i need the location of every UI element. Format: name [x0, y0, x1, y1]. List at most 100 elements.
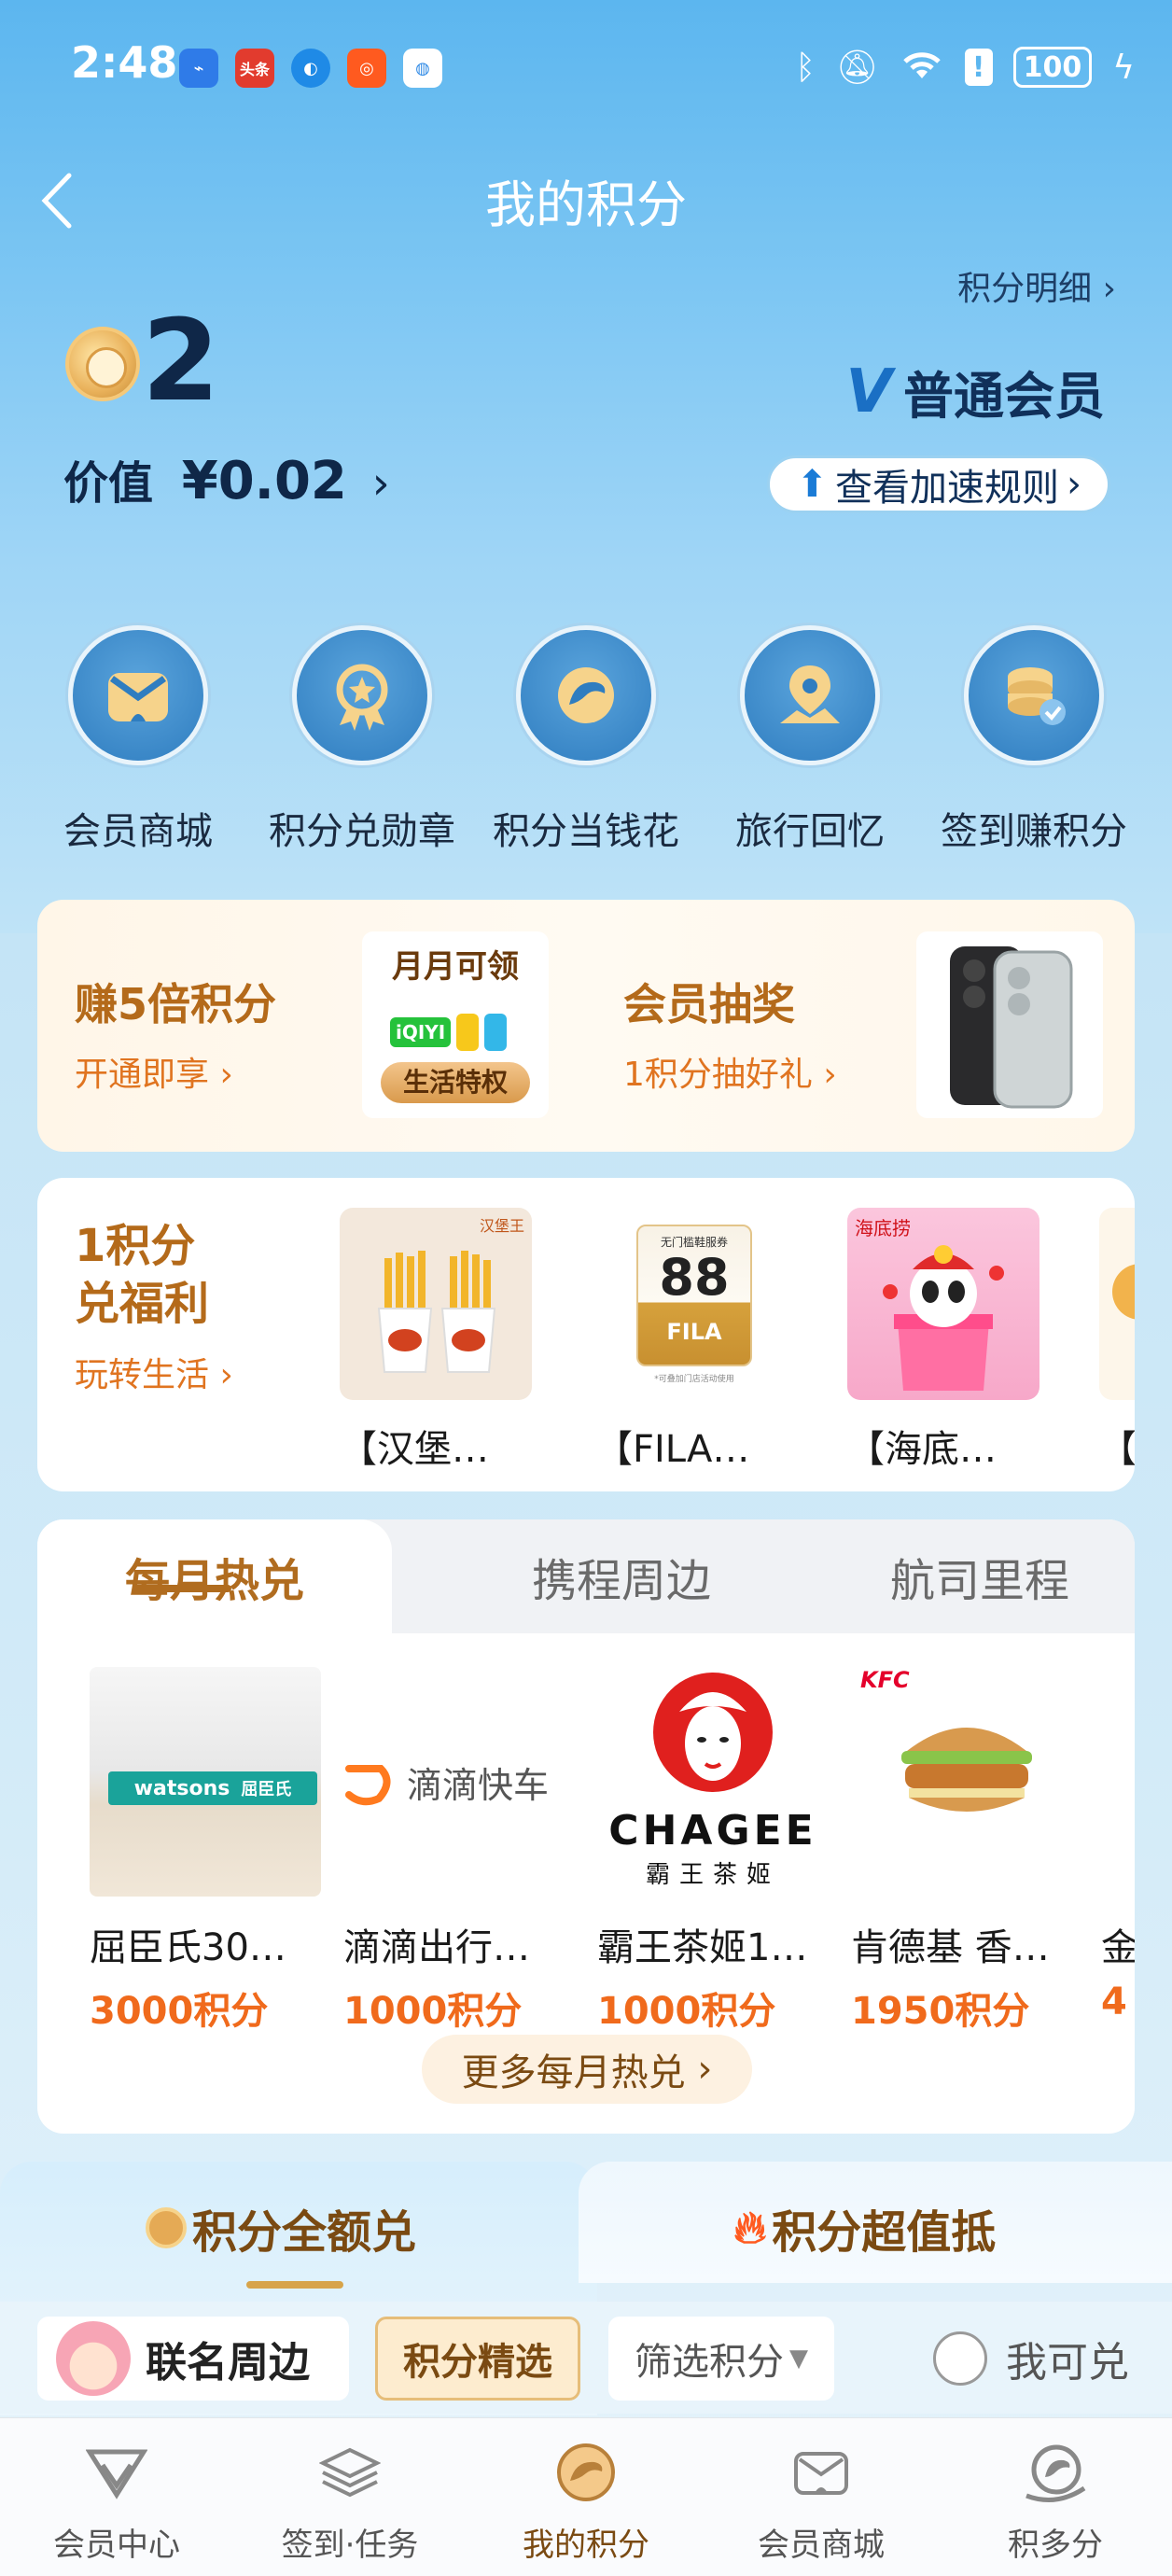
member-mall-icon: [68, 625, 208, 765]
shortcut-label: 会员商城: [63, 810, 213, 853]
hot-item-name: 金: [1101, 1926, 1135, 1969]
nav-checkin-tasks[interactable]: 签到·任务: [233, 2418, 467, 2576]
anime-avatar-icon: [56, 2321, 131, 2396]
nav-label: 会员商城: [758, 2527, 885, 2564]
didi-logo: 滴滴快车: [343, 1757, 549, 1808]
chip-filter-points[interactable]: 筛选积分 ▼: [608, 2317, 834, 2401]
promo-left-title[interactable]: 赚5倍积分: [75, 971, 276, 1032]
status-indicators: ᛒ 🔕︎ ! 100 ϟ: [795, 41, 1135, 93]
coin-icon: [146, 2207, 187, 2248]
wifi-icon: [900, 45, 944, 91]
page-title: 我的积分: [485, 175, 687, 234]
tab-airline-miles[interactable]: 航司里程: [821, 1519, 1138, 1633]
tab-monthly-hot[interactable]: 每月热兑: [37, 1519, 392, 1633]
promo-left-link[interactable]: 开通即享 ›: [75, 1047, 233, 1096]
promo-left-sub: 开通即享: [75, 1056, 210, 1094]
chip-points-selected[interactable]: 积分精选: [375, 2317, 580, 2401]
welfare-title-line1: 1积分: [75, 1220, 196, 1272]
hot-item[interactable]: CHAGEE 霸王茶姬 霸王茶姬1… 1000积分: [597, 1667, 829, 2035]
points-detail-label: 积分明细: [957, 270, 1093, 308]
chip-collab-merch[interactable]: 联名周边: [37, 2317, 349, 2401]
chagee-brand: CHAGEE: [608, 1807, 817, 1855]
chip-label: 联名周边: [146, 2339, 310, 2387]
map-pin-icon: [740, 625, 880, 765]
burger-king-fries-image: 汉堡王: [340, 1208, 532, 1400]
points-detail-link[interactable]: 积分明细 ›: [957, 261, 1116, 310]
tab-ctrip[interactable]: 携程周边: [453, 1519, 789, 1633]
fire-icon: 🔥︎: [733, 2201, 767, 2254]
hot-item[interactable]: 滴滴快车 滴滴出行… 1000积分: [343, 1667, 575, 2035]
nav-member-center[interactable]: 会员中心: [0, 2418, 233, 2576]
nav-label: 签到·任务: [281, 2527, 419, 2564]
app-icon: ◍: [403, 49, 442, 88]
shortcut-member-mall[interactable]: 会员商城: [26, 625, 250, 855]
chagee-logo-icon: [653, 1673, 773, 1792]
points-value-link[interactable]: 价值 ¥0.02 ›: [63, 446, 390, 511]
hot-item[interactable]: KFC 肯德基 香… 1950积分: [851, 1667, 1082, 2035]
welfare-sub: 玩转生活: [75, 1356, 210, 1394]
charging-icon: ϟ: [1112, 48, 1135, 87]
hot-item[interactable]: watsons 屈臣氏 屈臣氏30… 3000积分: [90, 1667, 321, 2035]
more-monthly-hot-button[interactable]: 更多每月热兑 ›: [422, 2035, 752, 2104]
speed-rules-label: 查看加速规则: [835, 467, 1059, 510]
fila-coupon: 无门槛鞋服券 88 FILA: [636, 1225, 752, 1366]
points-coin-icon: [65, 327, 140, 401]
hot-item[interactable]: 金 4: [1101, 1667, 1135, 2023]
segment-left-title[interactable]: 积分全额兑: [146, 2195, 416, 2261]
welfare-item[interactable]: 【: [1099, 1208, 1135, 1473]
promo-card: 赚5倍积分 开通即享 › 月月可领 iQIYI 生活特权 会员抽奖 1积分抽好礼…: [37, 900, 1135, 1152]
watsons-brand: watsons: [133, 1776, 230, 1800]
nav-label: 我的积分: [523, 2527, 649, 2564]
battery-indicator: 100: [1012, 47, 1093, 88]
radio-icon: [933, 2331, 987, 2386]
chevron-right-icon: ›: [371, 457, 390, 510]
welfare-item-image: [1099, 1208, 1135, 1400]
phone-prize-image[interactable]: [916, 931, 1103, 1118]
shortcut-label: 积分当钱花: [493, 810, 679, 853]
shortcut-label: 旅行回忆: [735, 810, 885, 853]
vip-v-icon: V: [845, 357, 892, 427]
hot-item-image: [1101, 1667, 1135, 1897]
browser-icon: ◐: [291, 49, 330, 88]
fila-coupon-amount: 88: [659, 1248, 730, 1307]
welfare-item[interactable]: 无门槛鞋服券 88 FILA *可叠加门店活动使用 【FILA…: [595, 1208, 791, 1473]
shortcut-coin[interactable]: 积分当钱花: [474, 625, 698, 855]
nav-member-mall[interactable]: 会员商城: [705, 2418, 938, 2576]
nav-label: 会员中心: [53, 2527, 180, 2564]
hot-item-price: 3000积分: [90, 1990, 269, 2033]
shortcut-checkin[interactable]: 签到赚积分: [922, 625, 1146, 855]
arrow-up-icon: ⬆: [796, 463, 828, 506]
food-shape: [1112, 1264, 1135, 1320]
shortcut-medal[interactable]: 积分兑勋章: [250, 625, 474, 855]
member-mall-icon: [788, 2439, 855, 2506]
toggle-can-redeem[interactable]: 我可兑: [924, 2317, 1138, 2401]
app-icon: ◎: [347, 49, 386, 88]
hot-item-price: 1950积分: [851, 1990, 1030, 2033]
hot-item-name: 霸王茶姬1…: [597, 1926, 808, 1969]
watsons-logo: watsons 屈臣氏: [108, 1771, 317, 1805]
shortcut-label: 积分兑勋章: [269, 810, 455, 853]
welfare-card: 1积分 兑福利 玩转生活 › 汉堡王 【汉堡… 无门槛鞋服券 88 FILA *…: [37, 1178, 1135, 1491]
active-tab-underline: [133, 1585, 231, 1592]
iqiyi-privilege-image[interactable]: 月月可领 iQIYI 生活特权: [362, 931, 549, 1118]
promo-right-title[interactable]: 会员抽奖: [623, 971, 795, 1032]
bluetooth-icon: ᛒ: [795, 48, 816, 87]
welfare-item[interactable]: 海底捞 【海底…: [847, 1208, 1043, 1473]
nav-my-points[interactable]: 我的积分: [469, 2418, 703, 2576]
shortcut-label: 签到赚积分: [941, 810, 1127, 853]
welfare-item[interactable]: 汉堡王 【汉堡…: [340, 1208, 536, 1473]
nav-earn-more[interactable]: 积多分: [939, 2418, 1172, 2576]
segment-right-title[interactable]: 🔥︎ 积分超值抵: [733, 2195, 996, 2261]
caret-down-icon: ▼: [789, 2345, 808, 2373]
member-level[interactable]: V 普通会员: [845, 355, 1105, 428]
shortcut-travel[interactable]: 旅行回忆: [698, 625, 922, 855]
speed-rules-button[interactable]: ⬆ 查看加速规则 ›: [767, 455, 1110, 513]
promo-right-link[interactable]: 1积分抽好礼 ›: [623, 1047, 837, 1096]
segment-left-label: 积分全额兑: [192, 2206, 417, 2259]
coin-icon: [516, 625, 656, 765]
promo-img-bottom: 生活特权: [381, 1062, 530, 1103]
welfare-item-name: 【FILA…: [595, 1428, 750, 1471]
toggle-label: 我可兑: [1006, 2339, 1129, 2387]
hot-tab-bar: 每月热兑 携程周边 航司里程: [37, 1519, 1135, 1633]
welfare-link[interactable]: 玩转生活 ›: [75, 1348, 233, 1396]
